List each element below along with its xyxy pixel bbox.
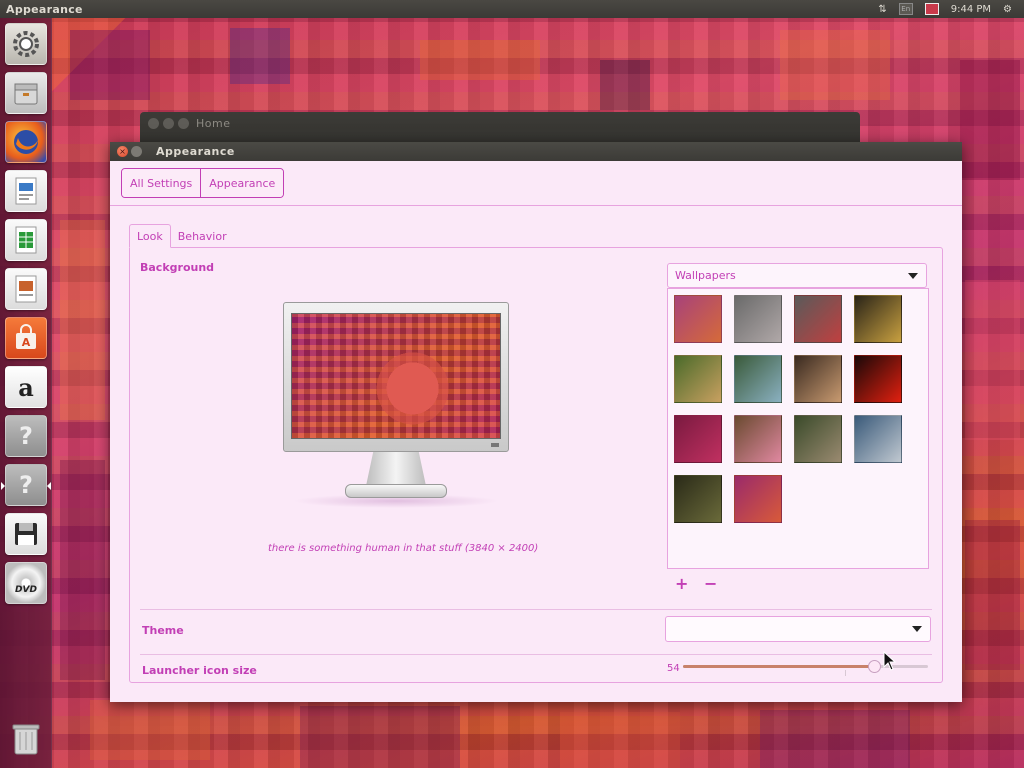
- look-tab-panel: Background there is something human in t…: [129, 247, 943, 683]
- wallpaper-thumbnail-old-books[interactable]: [674, 475, 722, 523]
- dvd-launcher-item[interactable]: DVD: [5, 562, 47, 604]
- settings-toolbar: All Settings Appearance: [110, 161, 962, 206]
- wallpaper-source-value: Wallpapers: [675, 269, 736, 282]
- home-window-controls: [148, 118, 189, 129]
- calc-spreadsheet-icon: [15, 226, 37, 254]
- firefox-launcher-item[interactable]: [5, 121, 47, 163]
- theme-select[interactable]: [665, 616, 931, 642]
- file-cabinet-icon: [14, 83, 38, 105]
- system-menu-gear-icon[interactable]: ⚙: [1003, 0, 1012, 18]
- wallpaper-thumbnail-gradient-purple-orange[interactable]: [674, 295, 722, 343]
- wallpaper-thumbnail-dark-pink-abstract[interactable]: [674, 415, 722, 463]
- maximize-icon[interactable]: [178, 118, 189, 129]
- wallpaper-thumbnail-colorful-beans[interactable]: [854, 295, 902, 343]
- software-center-launcher-item[interactable]: A: [5, 317, 47, 359]
- wallpaper-thumbnail-red-light-trail[interactable]: [854, 355, 902, 403]
- dvd-icon: DVD: [15, 585, 37, 595]
- chevron-down-icon: [908, 273, 918, 279]
- remove-wallpaper-button[interactable]: −: [704, 574, 717, 593]
- mouse-cursor-icon: [883, 651, 897, 671]
- amazon-icon: a: [18, 372, 34, 402]
- firefox-icon: [14, 130, 38, 154]
- keyboard-layout-indicator[interactable]: En: [898, 0, 913, 18]
- tab-bar: Look Behavior: [129, 224, 234, 248]
- home-window-title: Home: [196, 117, 231, 130]
- floppy-launcher-item[interactable]: [5, 513, 47, 555]
- tab-behavior[interactable]: Behavior: [171, 224, 234, 248]
- impress-launcher-item[interactable]: [5, 268, 47, 310]
- question-mark-icon: ?: [19, 471, 33, 499]
- window-titlebar[interactable]: × Appearance: [110, 142, 962, 161]
- amazon-launcher-item[interactable]: a: [5, 366, 47, 408]
- tab-look[interactable]: Look: [129, 224, 171, 248]
- wallpaper-preview-monitor: [283, 302, 509, 512]
- minimize-icon[interactable]: [163, 118, 174, 129]
- network-transfer-icon[interactable]: ⇅: [878, 0, 886, 18]
- wallpaper-caption: there is something human in that stuff (…: [268, 543, 539, 554]
- divider: [140, 654, 932, 655]
- breadcrumb: All Settings Appearance: [121, 168, 285, 198]
- wallpaper-thumbnail-mountain-river[interactable]: [734, 355, 782, 403]
- gear-icon: [13, 31, 39, 57]
- trash-launcher-item[interactable]: [5, 718, 47, 760]
- wallpaper-thumbnail-pink-flower[interactable]: [734, 415, 782, 463]
- appearance-breadcrumb[interactable]: Appearance: [200, 169, 284, 197]
- sound-indicator-icon[interactable]: [924, 0, 939, 18]
- divider: [140, 609, 932, 610]
- writer-document-icon: [15, 177, 37, 205]
- wallpaper-thumbnail-pebbles-with-clock[interactable]: [734, 295, 782, 343]
- launcher-icon-size-value: 54: [667, 663, 680, 674]
- wallpaper-thumbnail-current-abstract-wallpaper[interactable]: [734, 475, 782, 523]
- minimize-icon[interactable]: [131, 146, 142, 157]
- trash-icon: [12, 724, 40, 755]
- chevron-down-icon: [912, 626, 922, 632]
- active-app-title: Appearance: [6, 2, 83, 16]
- close-icon[interactable]: ×: [117, 146, 128, 157]
- wallpaper-preview-image: [291, 313, 501, 439]
- active-unknown-app-launcher-item[interactable]: ?: [1, 464, 51, 506]
- slider-handle[interactable]: [868, 660, 882, 673]
- floppy-disk-icon: [15, 523, 37, 545]
- writer-launcher-item[interactable]: [5, 170, 47, 212]
- svg-text:A: A: [22, 336, 31, 349]
- files-launcher-item[interactable]: [5, 72, 47, 114]
- unknown-app-launcher-item[interactable]: ?: [5, 415, 47, 457]
- wallpaper-thumbnail-seaside-pier[interactable]: [854, 415, 902, 463]
- wallpaper-thumbnail-pebbles-red-leaf[interactable]: [794, 295, 842, 343]
- wallpaper-thumbnail-railway-tunnel[interactable]: [794, 415, 842, 463]
- window-title: Appearance: [156, 145, 235, 158]
- all-settings-button[interactable]: All Settings: [122, 169, 201, 197]
- theme-label: Theme: [142, 624, 184, 637]
- add-wallpaper-button[interactable]: +: [675, 574, 688, 593]
- keyboard-layout-label: En: [898, 3, 913, 15]
- wallpaper-source-select[interactable]: Wallpapers: [667, 263, 927, 288]
- launcher-icon-size-label: Launcher icon size: [142, 664, 257, 677]
- calc-launcher-item[interactable]: [5, 219, 47, 261]
- slider-tick: [845, 670, 846, 676]
- system-settings-launcher-item[interactable]: [5, 23, 47, 65]
- shopping-bag-icon: A: [16, 324, 36, 349]
- top-panel: Appearance ⇅ En 9:44 PM ⚙: [0, 0, 1024, 18]
- wallpaper-thumbnail-mushrooms[interactable]: [794, 355, 842, 403]
- slider-fill: [683, 665, 875, 668]
- launcher: A a ? ? DVD: [0, 18, 52, 768]
- wallpaper-grid: [667, 288, 929, 569]
- appearance-window: × Appearance All Settings Appearance Loo…: [110, 142, 962, 702]
- clock[interactable]: 9:44 PM: [951, 0, 991, 18]
- wallpaper-thumbnail-green-leaf[interactable]: [674, 355, 722, 403]
- impress-presentation-icon: [15, 275, 37, 303]
- background-label: Background: [140, 261, 215, 274]
- close-icon[interactable]: [148, 118, 159, 129]
- question-mark-icon: ?: [19, 422, 33, 450]
